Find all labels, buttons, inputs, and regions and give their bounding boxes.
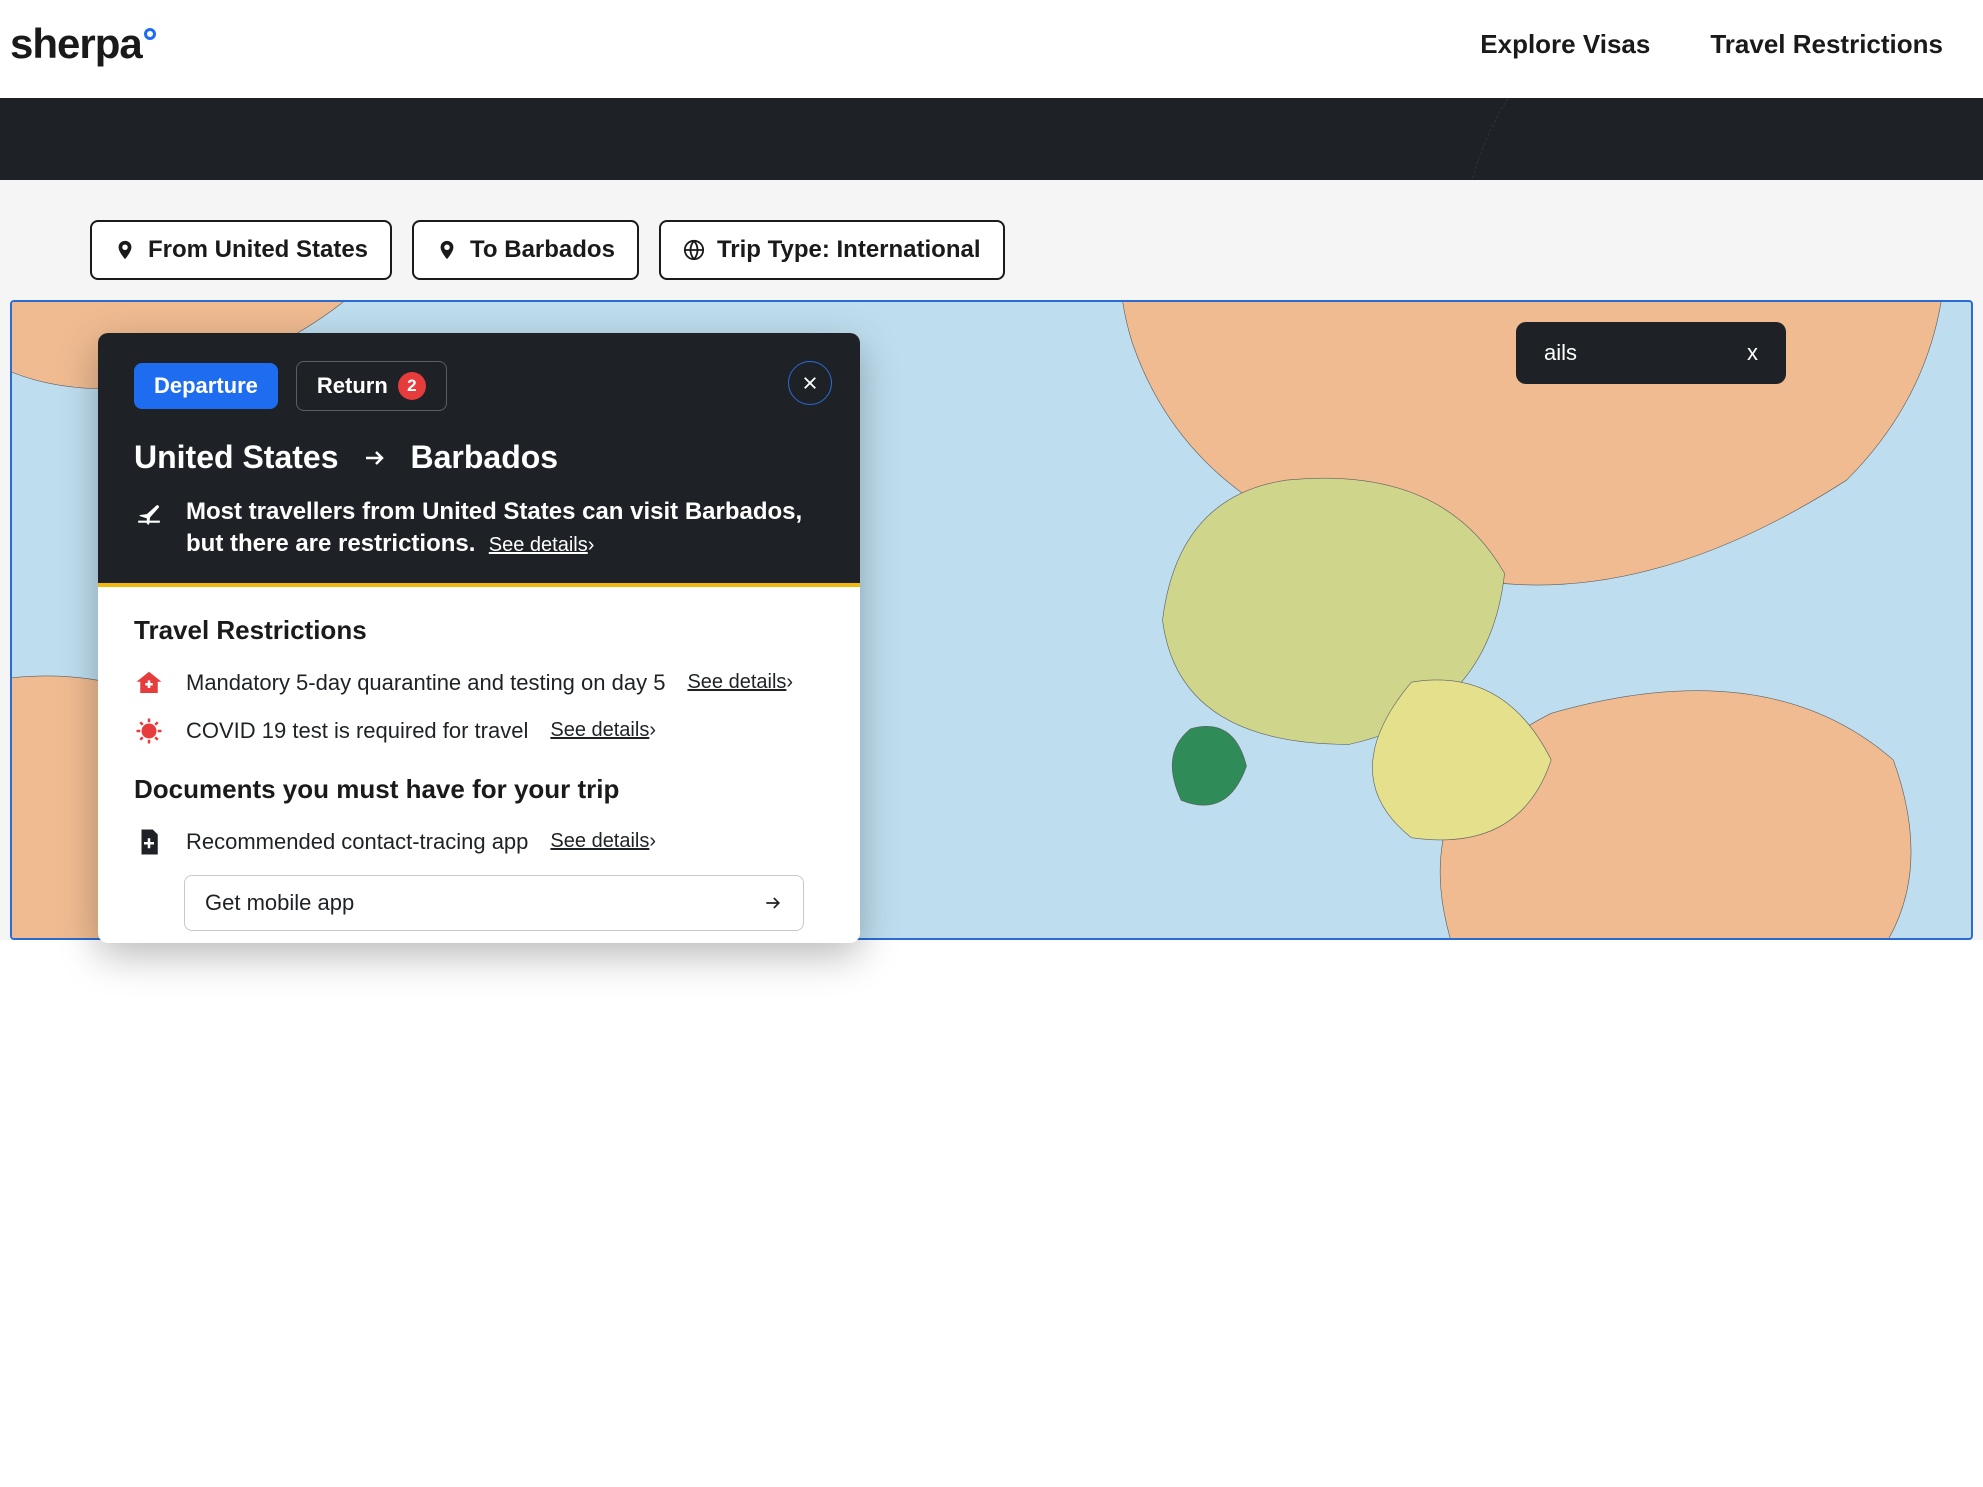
route-from: United States <box>134 439 338 476</box>
route-to: Barbados <box>410 439 558 476</box>
route-heading: United States Barbados <box>134 439 832 476</box>
globe-icon <box>683 239 705 261</box>
nav-explore-visas[interactable]: Explore Visas <box>1480 29 1650 60</box>
restriction-quarantine-link[interactable]: See details <box>687 671 793 694</box>
restriction-item-covid-test: COVID 19 test is required for travel See… <box>134 716 824 746</box>
hero-band <box>0 98 1983 180</box>
pin-icon <box>436 239 458 261</box>
background-card-close[interactable]: x <box>1747 340 1758 366</box>
tab-return[interactable]: Return 2 <box>296 361 447 411</box>
from-pill[interactable]: From United States <box>90 220 392 280</box>
get-mobile-app-button[interactable]: Get mobile app <box>184 875 804 931</box>
brand-logo: sherpa <box>10 20 156 68</box>
background-details-card: ails x <box>1516 322 1786 384</box>
arrow-right-icon <box>763 893 783 913</box>
top-header: sherpa Explore Visas Travel Restrictions <box>0 0 1983 98</box>
summary-see-details-link[interactable]: See details <box>489 534 595 556</box>
modal-close-button[interactable] <box>788 361 832 405</box>
summary-text-wrap: Most travellers from United States can v… <box>186 496 832 561</box>
brand-logo-text: sherpa <box>10 20 142 68</box>
document-app-text: Recommended contact-tracing app <box>186 829 528 855</box>
restriction-covid-link[interactable]: See details <box>550 719 656 742</box>
restriction-covid-text: COVID 19 test is required for travel <box>186 718 528 744</box>
to-pill[interactable]: To Barbados <box>412 220 639 280</box>
modal-body: Travel Restrictions Mandatory 5-day quar… <box>98 587 860 943</box>
return-badge: 2 <box>398 372 426 400</box>
restriction-quarantine-text: Mandatory 5-day quarantine and testing o… <box>186 670 665 696</box>
document-item-app: Recommended contact-tracing app See deta… <box>134 827 824 857</box>
to-pill-label: To Barbados <box>470 236 615 264</box>
background-card-text: ails <box>1544 340 1577 366</box>
arrow-right-icon <box>360 446 388 470</box>
nav-travel-restrictions[interactable]: Travel Restrictions <box>1710 29 1943 60</box>
tab-return-label: Return <box>317 373 388 399</box>
modal-tabs: Departure Return 2 <box>134 361 832 411</box>
virus-icon <box>134 716 164 746</box>
pin-icon <box>114 239 136 261</box>
summary-row: Most travellers from United States can v… <box>134 496 832 561</box>
trip-modal: Departure Return 2 United States Barbado… <box>98 333 860 943</box>
from-pill-label: From United States <box>148 236 368 264</box>
section-documents-title: Documents you must have for your trip <box>134 774 824 805</box>
tab-departure[interactable]: Departure <box>134 363 278 409</box>
trip-type-pill[interactable]: Trip Type: International <box>659 220 1005 280</box>
get-mobile-app-label: Get mobile app <box>205 890 354 916</box>
restriction-item-quarantine: Mandatory 5-day quarantine and testing o… <box>134 668 824 698</box>
section-restrictions-title: Travel Restrictions <box>134 615 824 646</box>
modal-header: Departure Return 2 United States Barbado… <box>98 333 860 583</box>
plane-icon <box>134 496 166 531</box>
close-icon <box>801 374 819 392</box>
tab-departure-label: Departure <box>154 373 258 399</box>
filter-pills: From United States To Barbados Trip Type… <box>0 220 1983 300</box>
document-app-link[interactable]: See details <box>550 830 656 853</box>
document-plus-icon <box>134 827 164 857</box>
house-plus-icon <box>134 668 164 698</box>
top-nav: Explore Visas Travel Restrictions <box>1480 29 1973 60</box>
trip-type-label: Trip Type: International <box>717 236 981 264</box>
brand-ring-icon <box>144 28 156 40</box>
